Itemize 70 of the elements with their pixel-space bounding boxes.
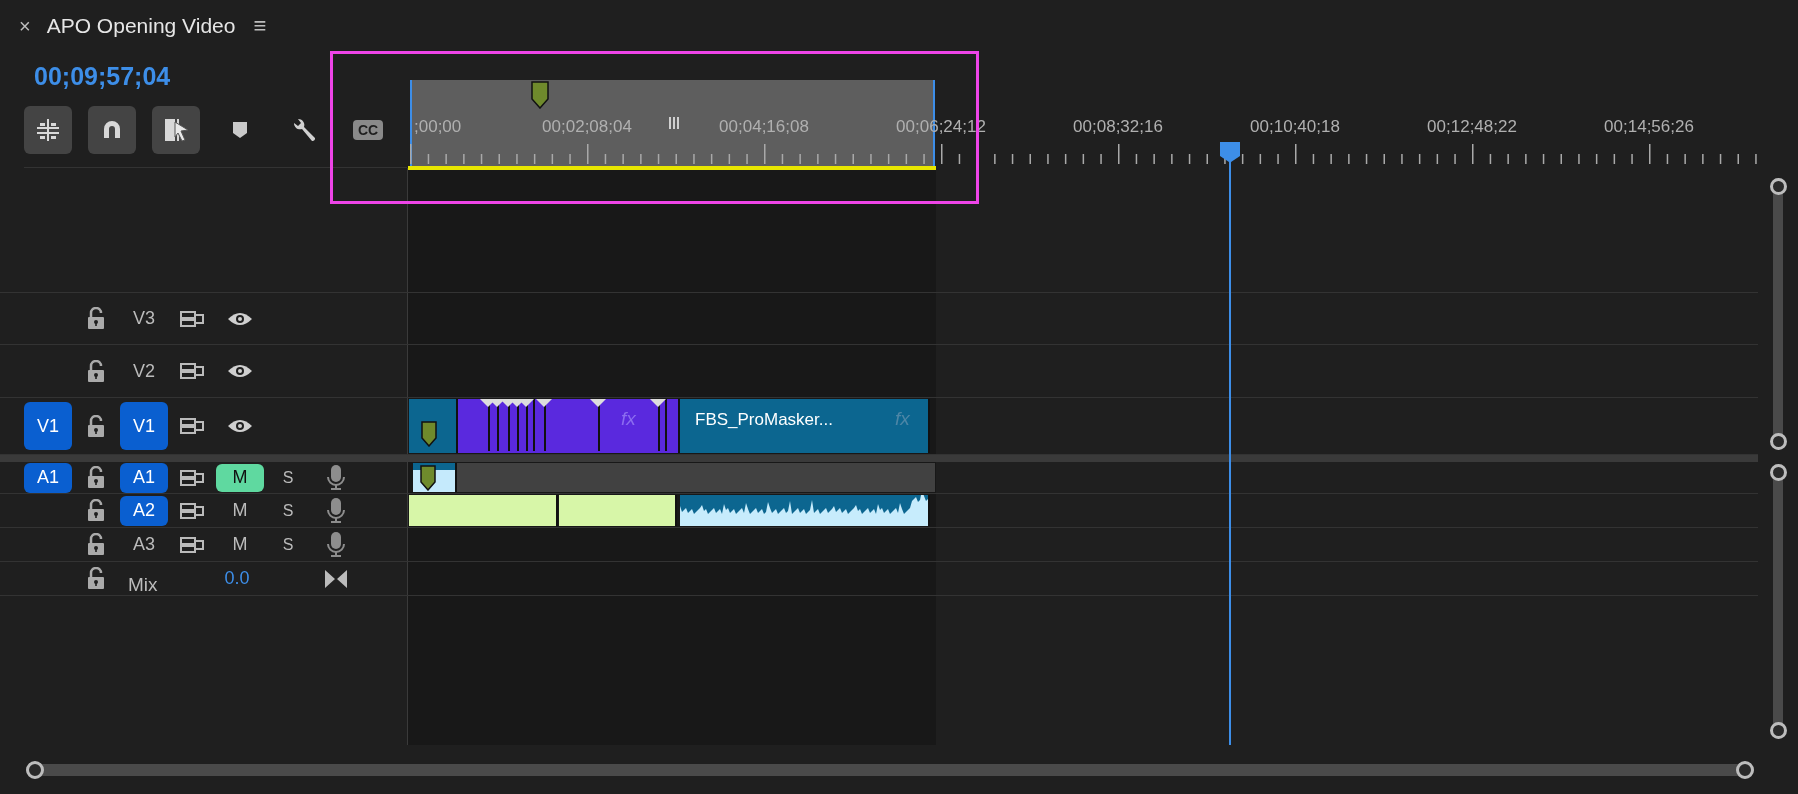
linked-button[interactable]: [152, 106, 200, 154]
sync-lock-icon[interactable]: [180, 535, 204, 554]
track-target-button[interactable]: V3: [120, 294, 168, 343]
audio-clip[interactable]: [559, 495, 677, 526]
grip-icon[interactable]: [669, 117, 679, 129]
marker-icon[interactable]: [420, 465, 436, 491]
mute-button[interactable]: M: [216, 530, 264, 559]
source-patch-button[interactable]: V1: [24, 402, 72, 450]
track-target-button[interactable]: V1: [120, 402, 168, 450]
scroll-handle[interactable]: [1769, 433, 1787, 450]
scrollbar-track[interactable]: [26, 763, 1754, 776]
lock-icon[interactable]: [87, 499, 105, 522]
lock-icon[interactable]: [87, 466, 105, 489]
ruler-label: 00;12;48;22: [1427, 118, 1517, 135]
timecode[interactable]: 00;09;57;04: [34, 58, 171, 96]
mix-label: Mix: [128, 573, 158, 598]
mix-icon[interactable]: [324, 569, 347, 588]
scroll-handle[interactable]: [26, 760, 44, 779]
marker-icon: [232, 121, 248, 139]
microphone-icon[interactable]: [326, 464, 346, 491]
clip-name: FBS_ProMasker...: [695, 409, 833, 431]
solo-button[interactable]: S: [282, 465, 294, 490]
track-target-button[interactable]: V2: [120, 347, 168, 395]
video-clip[interactable]: [409, 399, 458, 453]
nest-icon: [34, 116, 62, 144]
ruler-label: ;00;00: [414, 118, 462, 135]
captions-button[interactable]: CC: [344, 106, 392, 154]
linked-selection-icon: [162, 116, 190, 144]
track-target-button[interactable]: A1: [120, 462, 168, 493]
video-clip[interactable]: FBS_ProMasker... fx: [680, 399, 930, 453]
scroll-handle[interactable]: [1769, 464, 1787, 481]
audio-clip[interactable]: [409, 495, 558, 526]
sync-lock-icon[interactable]: [180, 362, 204, 380]
sync-lock-icon[interactable]: [180, 309, 204, 328]
track-target-button[interactable]: A2: [120, 495, 168, 526]
sync-lock-icon[interactable]: [180, 468, 204, 487]
lock-icon[interactable]: [87, 359, 105, 383]
track-target-button[interactable]: A3: [120, 529, 168, 560]
mute-button[interactable]: M: [216, 496, 264, 525]
solo-button[interactable]: S: [282, 532, 294, 557]
close-button[interactable]: ×: [19, 16, 31, 36]
mute-button[interactable]: M: [216, 463, 264, 492]
microphone-icon[interactable]: [326, 497, 346, 524]
nest-button[interactable]: [24, 106, 72, 154]
microphone-icon[interactable]: [326, 531, 346, 558]
scroll-handle[interactable]: [1769, 178, 1787, 195]
ruler-label: 00;04;16;08: [719, 118, 809, 135]
snap-button[interactable]: [88, 106, 136, 154]
audio-clip[interactable]: [413, 463, 457, 492]
lock-icon[interactable]: [87, 307, 105, 330]
scroll-handle[interactable]: [1769, 722, 1787, 739]
sync-lock-icon[interactable]: [180, 417, 204, 435]
sync-lock-icon[interactable]: [180, 501, 204, 520]
lock-icon[interactable]: [87, 567, 105, 590]
ruler-label: 00;08;32;16: [1073, 118, 1163, 135]
ruler-label: 00;10;40;18: [1250, 118, 1340, 135]
menu-button[interactable]: ≡: [253, 15, 267, 37]
source-patch-button[interactable]: A1: [24, 462, 72, 493]
scroll-handle[interactable]: [1736, 760, 1754, 779]
mix-value[interactable]: 0.0: [224, 565, 250, 592]
lock-icon[interactable]: [87, 414, 105, 438]
solo-button[interactable]: S: [282, 498, 294, 523]
playhead[interactable]: [1218, 142, 1242, 745]
ruler-label: 00;14;56;26: [1604, 118, 1694, 135]
lock-icon[interactable]: [87, 533, 105, 556]
eye-icon[interactable]: [227, 362, 253, 380]
panel-title: APO Opening Video: [46, 13, 236, 40]
marker-icon[interactable]: [421, 421, 437, 447]
ruler-label: 00;02;08;04: [542, 118, 632, 135]
eye-icon[interactable]: [227, 417, 253, 435]
